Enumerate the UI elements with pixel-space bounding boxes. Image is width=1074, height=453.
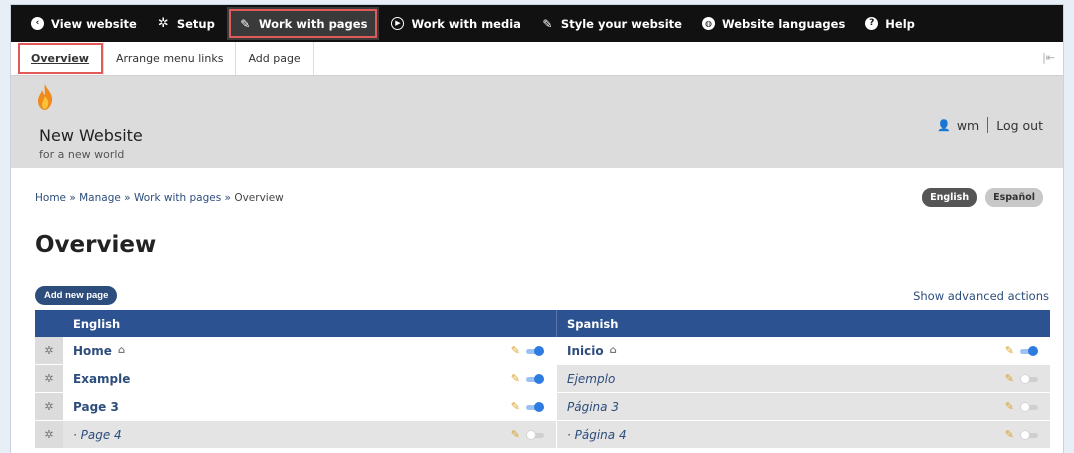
site-slogan: for a new world (39, 148, 125, 161)
page-link-en[interactable]: Example (73, 372, 130, 386)
edit-pencil-icon[interactable]: ✎ (1005, 429, 1014, 440)
table-header: English Spanish (35, 310, 1050, 337)
page-link-es[interactable]: · Página 4 (567, 428, 627, 442)
page-link-en[interactable]: · Page 4 (73, 428, 122, 442)
table-row: ✲ · Page 4 ✎ · Página 4 ✎ (35, 421, 1050, 449)
admin-toolbar: ‹ View website ✲ Setup ✎ Work with pages… (11, 5, 1063, 42)
edit-pencil-icon[interactable]: ✎ (511, 345, 520, 356)
toolbar-work-with-pages[interactable]: ✎ Work with pages (226, 7, 380, 40)
publish-toggle[interactable] (1020, 401, 1038, 412)
edit-pencil-icon[interactable]: ✎ (511, 429, 520, 440)
flame-logo-icon[interactable] (37, 84, 53, 114)
breadcrumb-home[interactable]: Home (35, 192, 66, 204)
show-advanced-actions-link[interactable]: Show advanced actions (913, 289, 1049, 303)
publish-toggle[interactable] (526, 345, 544, 356)
logout-link[interactable]: Log out (996, 118, 1043, 133)
toolbar-work-with-media[interactable]: ▶ Work with media (381, 5, 530, 42)
gear-icon[interactable]: ✲ (35, 337, 63, 364)
edit-pencil-icon[interactable]: ✎ (1005, 401, 1014, 412)
breadcrumb-current: Overview (234, 192, 284, 204)
pencil-icon: ✎ (240, 16, 251, 31)
question-circle-icon: ? (865, 17, 879, 30)
app-frame: ‹ View website ✲ Setup ✎ Work with pages… (10, 4, 1064, 453)
table-row: ✲ Page 3 ✎ Página 3 ✎ (35, 393, 1050, 421)
publish-toggle[interactable] (526, 429, 544, 440)
username-link[interactable]: wm (957, 118, 979, 133)
breadcrumb: Home » Manage » Work with pages » Overvi… (35, 192, 284, 204)
header-english: English (63, 310, 557, 337)
language-espanol[interactable]: Español (985, 188, 1043, 207)
edit-pencil-icon[interactable]: ✎ (511, 373, 520, 384)
table-row: ✲ Home ⌂ ✎ Inicio ⌂ ✎ (35, 337, 1050, 365)
breadcrumb-work-with-pages[interactable]: Work with pages (134, 192, 221, 204)
secondary-tabs: Overview Arrange menu links Add page |⇤ (11, 42, 1063, 76)
toolbar-setup[interactable]: ✲ Setup (147, 5, 225, 42)
language-switcher: English Español (922, 188, 1043, 207)
header-gear-column (35, 310, 63, 337)
language-english[interactable]: English (922, 188, 978, 207)
publish-toggle[interactable] (1020, 345, 1038, 356)
toolbar-website-languages[interactable]: ◍ Website languages (692, 5, 855, 42)
home-icon: ⌂ (117, 345, 126, 356)
gear-icon[interactable]: ✲ (35, 365, 63, 392)
home-icon: ⌂ (609, 345, 617, 356)
page-link-es[interactable]: Inicio (567, 344, 604, 358)
collapse-toolbar-icon[interactable]: |⇤ (1042, 51, 1055, 64)
toolbar-help[interactable]: ? Help (855, 5, 925, 42)
table-row: ✲ Example ✎ Ejemplo ✎ (35, 365, 1050, 393)
globe-icon: ◍ (701, 17, 715, 30)
site-name[interactable]: New Website (39, 126, 143, 145)
gear-icon: ✲ (157, 16, 169, 31)
brush-icon: ✎ (542, 16, 553, 31)
divider (987, 117, 989, 133)
page-link-es[interactable]: Ejemplo (567, 372, 615, 386)
toolbar-style-website[interactable]: ✎ Style your website (531, 5, 692, 42)
page-link-es[interactable]: Página 3 (567, 400, 619, 414)
edit-pencil-icon[interactable]: ✎ (1005, 345, 1014, 356)
pages-table: English Spanish ✲ Home ⌂ ✎ Inicio ⌂ ✎ ✲ … (35, 310, 1050, 449)
tab-overview[interactable]: Overview (17, 42, 104, 75)
add-new-page-button[interactable]: Add new page (35, 286, 118, 305)
publish-toggle[interactable] (526, 401, 544, 412)
site-header: New Website for a new world 👤 wm Log out (11, 76, 1063, 168)
page-link-en[interactable]: Home (73, 344, 112, 358)
user-icon: 👤 (937, 118, 951, 132)
publish-toggle[interactable] (1020, 373, 1038, 384)
play-circle-icon: ▶ (391, 17, 405, 30)
tab-add-page[interactable]: Add page (236, 42, 314, 75)
page-link-en[interactable]: Page 3 (73, 400, 119, 414)
toolbar-view-website[interactable]: ‹ View website (21, 5, 147, 42)
main-content: Home » Manage » Work with pages » Overvi… (11, 168, 1063, 453)
header-spanish: Spanish (567, 316, 619, 331)
edit-pencil-icon[interactable]: ✎ (511, 401, 520, 412)
user-menu: 👤 wm Log out (937, 117, 1043, 133)
gear-icon[interactable]: ✲ (35, 421, 63, 448)
tab-arrange-menu-links[interactable]: Arrange menu links (104, 42, 237, 75)
page-title: Overview (35, 232, 157, 258)
chevron-left-circle-icon: ‹ (31, 17, 44, 30)
breadcrumb-manage[interactable]: Manage (79, 192, 121, 204)
edit-pencil-icon[interactable]: ✎ (1005, 373, 1014, 384)
publish-toggle[interactable] (1020, 429, 1038, 440)
publish-toggle[interactable] (526, 373, 544, 384)
gear-icon[interactable]: ✲ (35, 393, 63, 420)
